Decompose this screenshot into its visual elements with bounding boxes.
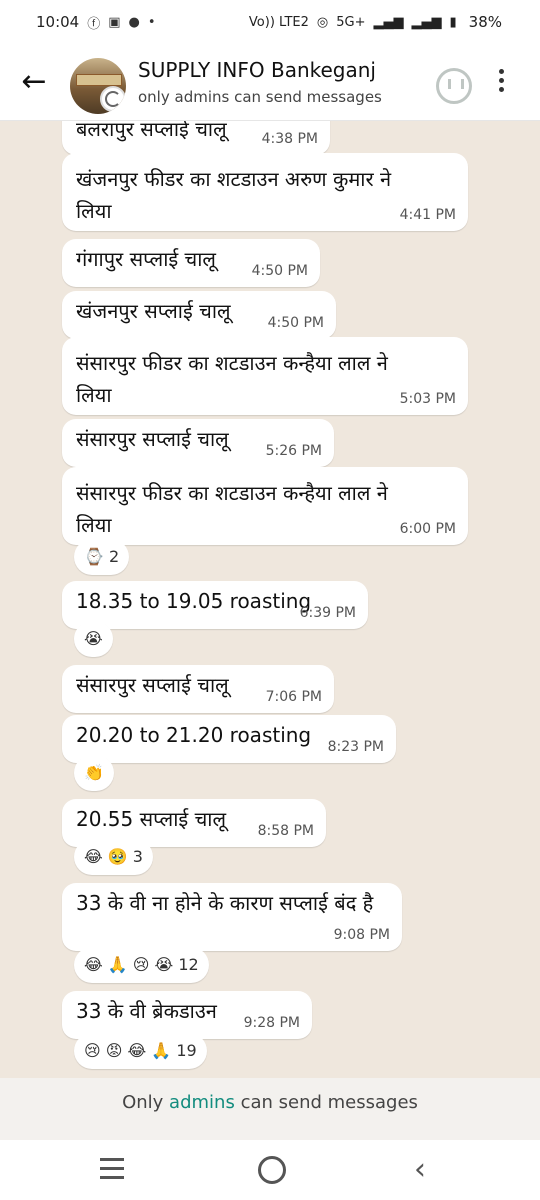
message-bubble[interactable]: संसारपुर सप्लाई चालू 7:06 PM [62, 665, 334, 713]
reactions-pill[interactable]: 👏 [74, 755, 114, 791]
message-text: 18.35 to 19.05 roasting [76, 589, 312, 613]
signal-icon-2: ▂▄▆ [411, 14, 442, 30]
message-time: 5:26 PM [265, 443, 322, 459]
message-time: 9:08 PM [333, 927, 390, 943]
message-text: 20.55 सप्लाई चालू [76, 807, 227, 831]
admins-link[interactable]: admins [169, 1092, 235, 1113]
message-bubble[interactable]: संसारपुर फीडर का शटडाउन कन्हैया लाल ने ल… [62, 467, 468, 545]
message-text: खंजनपुर सप्लाई चालू [76, 299, 231, 323]
message-bubble[interactable]: खंजनपुर सप्लाई चालू 4:50 PM [62, 291, 336, 339]
message-time: 9:28 PM [243, 1015, 300, 1031]
message-bubble[interactable]: 18.35 to 19.05 roasting 6:39 PM [62, 581, 368, 629]
message-bubble[interactable]: 20.20 to 21.20 roasting 8:23 PM [62, 715, 396, 763]
facebook-icon: ⓕ [87, 16, 101, 32]
back-arrow-icon[interactable]: ← [14, 62, 54, 102]
reactions-pill[interactable]: 😭 [74, 621, 113, 657]
admin-only-bar: Only admins can send messages [0, 1078, 540, 1140]
voice-chat-icon[interactable] [436, 68, 472, 104]
dot-icon: • [147, 14, 156, 30]
app-bar: ← SUPPLY INFO Bankeganj only admins can … [0, 44, 540, 121]
message-time: 4:50 PM [251, 263, 308, 279]
message-text: 20.20 to 21.20 roasting [76, 723, 312, 747]
message-bubble[interactable]: संसारपुर फीडर का शटडाउन कन्हैया लाल ने ल… [62, 337, 468, 415]
reactions-pill[interactable]: 😂 🥹 3 [74, 839, 153, 875]
chat-icon: ● [128, 14, 140, 30]
group-title[interactable]: SUPPLY INFO Bankeganj [138, 58, 376, 82]
battery-percent: 38% [468, 13, 502, 31]
message-text: 33 के वी ना होने के कारण सप्लाई बंद है [76, 891, 374, 915]
signal-icon: ▂▄▆ [373, 14, 404, 30]
reactions-pill[interactable]: 😢 😡 😂 🙏 19 [74, 1033, 207, 1069]
hotspot-icon: ◎ [316, 14, 329, 30]
battery-icon: ▮ [449, 14, 457, 30]
reactions-pill[interactable]: 😂 🙏 😢 😭 12 [74, 947, 209, 983]
avatar-signboard [76, 74, 122, 86]
admin-only-note: Only admins can send messages [0, 1092, 540, 1113]
message-bubble[interactable]: गंगापुर सप्लाई चालू 4:50 PM [62, 239, 320, 287]
community-badge-icon [100, 86, 126, 112]
status-time: 10:04 [36, 13, 80, 31]
message-text: संसारपुर फीडर का शटडाउन कन्हैया लाल ने ल… [76, 481, 388, 537]
group-subtitle[interactable]: only admins can send messages [138, 88, 382, 106]
note-prefix: Only [122, 1092, 164, 1113]
message-time: 4:41 PM [399, 207, 456, 223]
network-label: Vo)) LTE2 [248, 14, 309, 30]
message-time: 6:00 PM [399, 521, 456, 537]
group-avatar[interactable] [70, 58, 126, 114]
message-text: खंजनपुर फीडर का शटडाउन अरुण कुमार ने लिय… [76, 167, 392, 223]
message-time: 8:58 PM [257, 823, 314, 839]
status-bar: 10:04 ⓕ ▣ ● • Vo)) LTE2 ◎ 5G+ ▂▄▆ ▂▄▆ ▮ … [0, 0, 540, 44]
message-bubble[interactable]: संसारपुर सप्लाई चालू 5:26 PM [62, 419, 334, 467]
message-text: संसारपुर फीडर का शटडाउन कन्हैया लाल ने ल… [76, 351, 388, 407]
message-text: बलरापुर सप्लाई चालू [76, 121, 227, 141]
message-bubble[interactable]: 33 के वी ब्रेकडाउन 9:28 PM [62, 991, 312, 1039]
nav-back-icon[interactable]: ‹ [414, 1152, 426, 1187]
recent-apps-icon[interactable] [100, 1158, 124, 1182]
chat-area[interactable]: बलरापुर सप्लाई चालू 4:38 PM खंजनपुर फीडर… [0, 121, 540, 1078]
message-bubble[interactable]: खंजनपुर फीडर का शटडाउन अरुण कुमार ने लिय… [62, 153, 468, 231]
message-text: 33 के वी ब्रेकडाउन [76, 999, 217, 1023]
system-nav-bar: ‹ [0, 1140, 540, 1200]
message-time: 6:39 PM [299, 605, 356, 621]
message-text: संसारपुर सप्लाई चालू [76, 673, 229, 697]
signal-label: 5G+ [336, 14, 366, 30]
message-time: 4:50 PM [267, 315, 324, 331]
message-time: 5:03 PM [399, 391, 456, 407]
message-time: 8:23 PM [327, 739, 384, 755]
message-text: गंगापुर सप्लाई चालू [76, 247, 216, 271]
message-bubble[interactable]: बलरापुर सप्लाई चालू 4:38 PM [62, 121, 330, 155]
gallery-icon: ▣ [108, 14, 121, 30]
home-icon[interactable] [258, 1156, 286, 1184]
reactions-pill[interactable]: ⌚ 2 [74, 539, 130, 575]
note-suffix: can send messages [240, 1092, 418, 1113]
more-options-icon[interactable] [494, 66, 508, 98]
status-right: Vo)) LTE2 ◎ 5G+ ▂▄▆ ▂▄▆ ▮ 38% [249, 0, 502, 44]
message-time: 7:06 PM [265, 689, 322, 705]
message-bubble[interactable]: 33 के वी ना होने के कारण सप्लाई बंद है 9… [62, 883, 402, 951]
message-text: संसारपुर सप्लाई चालू [76, 427, 229, 451]
message-time: 4:38 PM [261, 131, 318, 147]
